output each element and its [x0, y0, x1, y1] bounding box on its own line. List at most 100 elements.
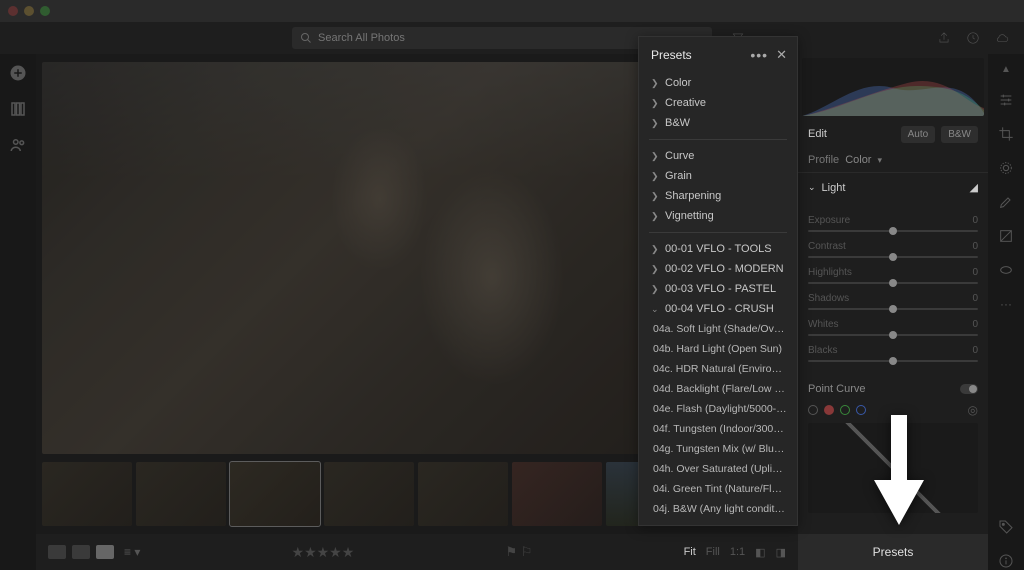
preset-item[interactable]: 04j. B&W (Any light condition)	[639, 499, 797, 519]
preset-group[interactable]: ❯Curve	[639, 146, 797, 166]
chevron-down-icon[interactable]: ▾	[877, 155, 882, 166]
compare-icon[interactable]: ◧	[755, 546, 765, 559]
shadows-label: Shadows	[808, 293, 849, 304]
more-icon[interactable]: ···	[997, 295, 1015, 313]
bw-button[interactable]: B&W	[941, 126, 978, 143]
close-icon[interactable]: ✕	[776, 47, 787, 63]
edit-sliders-icon[interactable]	[997, 91, 1015, 109]
exposure-label: Exposure	[808, 215, 850, 226]
preset-group-label: 00-02 VFLO - MODERN	[665, 263, 784, 275]
auto-button[interactable]: Auto	[901, 126, 936, 143]
tone-curve-icon[interactable]: ◢	[970, 181, 978, 194]
search-icon	[300, 32, 312, 44]
blacks-slider[interactable]: Blacks0	[808, 345, 978, 362]
thumbnail[interactable]	[136, 462, 226, 526]
chevron-right-icon: ❯	[651, 264, 659, 275]
thumbnail[interactable]	[512, 462, 602, 526]
curve-channel-red-icon[interactable]	[824, 405, 834, 415]
sort-menu[interactable]: ≡ ▾	[124, 545, 140, 559]
linear-gradient-icon[interactable]	[997, 227, 1015, 245]
chevron-right-icon: ❯	[651, 191, 659, 202]
cloud-icon[interactable]	[991, 27, 1012, 49]
preset-item[interactable]: 04c. HDR Natural (Environmental)	[639, 359, 797, 379]
chevron-right-icon: ❯	[651, 284, 659, 295]
preset-item[interactable]: 04i. Green Tint (Nature/Fluorescent…	[639, 479, 797, 499]
thumbnail[interactable]	[230, 462, 320, 526]
preset-group[interactable]: ⌄00-04 VFLO - CRUSH	[639, 299, 797, 319]
whites-label: Whites	[808, 319, 839, 330]
contrast-slider[interactable]: Contrast0	[808, 241, 978, 258]
grid-view-icon[interactable]	[48, 545, 66, 559]
crop-icon[interactable]	[997, 125, 1015, 143]
curve-target-icon[interactable]: ◎	[968, 403, 978, 417]
preset-group[interactable]: ❯B&W	[639, 113, 797, 133]
preset-group-label: Creative	[665, 97, 706, 109]
preset-item[interactable]: 04f. Tungsten (Indoor/3000-4000K)	[639, 419, 797, 439]
chevron-right-icon: ❯	[651, 244, 659, 255]
chevron-down-icon: ⌄	[808, 182, 816, 193]
share-icon[interactable]	[934, 27, 955, 49]
preset-group[interactable]: ❯Sharpening	[639, 186, 797, 206]
close-window-icon[interactable]	[8, 6, 18, 16]
top-toolbar	[0, 22, 1024, 54]
preset-item[interactable]: 04a. Soft Light (Shade/Overcast)	[639, 319, 797, 339]
presets-panel: Presets ••• ✕ ❯Color❯Creative❯B&W❯Curve❯…	[638, 36, 798, 526]
radial-gradient-icon[interactable]	[997, 261, 1015, 279]
minimize-window-icon[interactable]	[24, 6, 34, 16]
edit-title: Edit	[808, 128, 895, 140]
point-curve-toggle[interactable]	[960, 384, 978, 394]
preset-group[interactable]: ❯Creative	[639, 93, 797, 113]
preset-item[interactable]: 04g. Tungsten Mix (w/ Blue Daylight)	[639, 439, 797, 459]
people-icon[interactable]	[9, 136, 27, 154]
preset-item[interactable]: 04b. Hard Light (Open Sun)	[639, 339, 797, 359]
thumbnail[interactable]	[324, 462, 414, 526]
profile-selector[interactable]: Color	[845, 154, 871, 166]
ratio-button[interactable]: 1:1	[730, 546, 745, 558]
thumbnail[interactable]	[418, 462, 508, 526]
curve-channel-all-icon[interactable]	[808, 405, 818, 415]
square-grid-icon[interactable]	[72, 545, 90, 559]
detail-view-icon[interactable]	[96, 545, 114, 559]
before-after-icon[interactable]: ◨	[776, 546, 786, 559]
flag-controls[interactable]: ⚑ ⚐	[505, 544, 532, 560]
chevron-right-icon: ❯	[651, 118, 659, 129]
info-icon[interactable]	[997, 552, 1015, 570]
histogram[interactable]	[802, 58, 984, 116]
add-icon[interactable]	[9, 64, 27, 82]
preset-group[interactable]: ❯Vignetting	[639, 206, 797, 226]
preset-group[interactable]: ❯Color	[639, 73, 797, 93]
shadows-slider[interactable]: Shadows0	[808, 293, 978, 310]
curve-channel-green-icon[interactable]	[840, 405, 850, 415]
chevron-right-icon: ⌄	[651, 304, 659, 315]
preset-group[interactable]: ❯Grain	[639, 166, 797, 186]
chevron-right-icon: ❯	[651, 171, 659, 182]
exposure-slider[interactable]: Exposure0	[808, 215, 978, 232]
preset-item[interactable]: 04e. Flash (Daylight/5000-6000K)	[639, 399, 797, 419]
zoom-window-icon[interactable]	[40, 6, 50, 16]
point-curve-label: Point Curve	[808, 383, 865, 395]
curve-channel-blue-icon[interactable]	[856, 405, 866, 415]
thumbnail[interactable]	[42, 462, 132, 526]
fill-button[interactable]: Fill	[706, 546, 720, 558]
light-accordion[interactable]: ⌄ Light ◢	[808, 181, 978, 194]
chevron-right-icon: ❯	[651, 78, 659, 89]
preset-group[interactable]: ❯ 00-02 VFLO - MODERN	[639, 259, 797, 279]
tag-icon[interactable]	[997, 518, 1015, 536]
preset-item[interactable]: 04h. Over Saturated (Uplight/Danci…	[639, 459, 797, 479]
presets-more-icon[interactable]: •••	[750, 47, 768, 63]
library-icon[interactable]	[9, 100, 27, 118]
fit-button[interactable]: Fit	[684, 546, 696, 558]
tone-curve-editor[interactable]	[808, 423, 978, 513]
expand-panel-icon[interactable]: ▲	[1001, 64, 1011, 75]
activity-icon[interactable]	[963, 27, 984, 49]
brush-icon[interactable]	[997, 193, 1015, 211]
presets-button[interactable]: Presets	[798, 534, 988, 570]
preset-item[interactable]: 04d. Backlight (Flare/Low Contrast)	[639, 379, 797, 399]
highlights-label: Highlights	[808, 267, 852, 278]
highlights-slider[interactable]: Highlights0	[808, 267, 978, 284]
rating-stars[interactable]: ★★★★★	[292, 544, 355, 561]
preset-group[interactable]: ❯00-03 VFLO - PASTEL	[639, 279, 797, 299]
healing-icon[interactable]	[997, 159, 1015, 177]
preset-group[interactable]: ❯00-01 VFLO - TOOLS	[639, 239, 797, 259]
whites-slider[interactable]: Whites0	[808, 319, 978, 336]
